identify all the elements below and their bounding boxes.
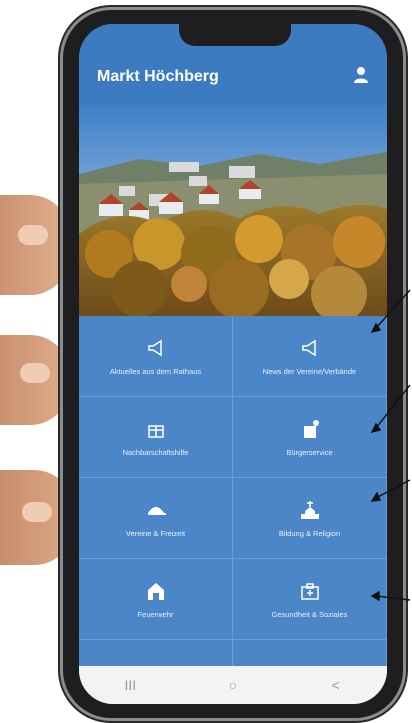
tile-vereine-freizeit[interactable]: Vereine & Freizeit: [79, 478, 233, 559]
tile-label: Aktuelles aus dem Rathaus: [109, 366, 202, 376]
tile-rathaus[interactable]: Aktuelles aus dem Rathaus: [79, 316, 233, 397]
android-navbar: III ○ <: [79, 666, 387, 704]
tile-feuerwehr[interactable]: Feuerwehr: [79, 559, 233, 640]
notch: [179, 24, 291, 46]
tile-label: Vereine & Freizeit: [125, 528, 186, 538]
megaphone-icon: [147, 339, 162, 356]
tile-label: Nachbarschaftshilfe: [122, 447, 189, 457]
home-button[interactable]: ○: [213, 677, 253, 693]
annotation-arrows: [370, 289, 411, 602]
back-button[interactable]: <: [316, 677, 356, 693]
user-icon[interactable]: [353, 66, 369, 84]
finger: [0, 195, 70, 295]
app-title: Markt Höchberg: [97, 68, 219, 85]
recent-apps-button[interactable]: III: [110, 677, 150, 693]
tile-label: Feuerwehr: [137, 609, 174, 619]
tile-nachbarschaftshilfe[interactable]: Nachbarschaftshilfe: [79, 397, 233, 478]
firehouse-icon: [147, 582, 164, 600]
finger: [0, 335, 70, 425]
gift-icon: [147, 424, 164, 438]
cap-icon: [147, 506, 166, 515]
